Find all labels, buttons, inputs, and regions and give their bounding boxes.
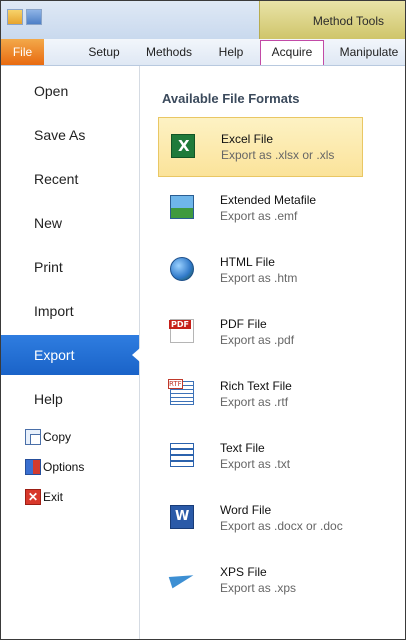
tab-methods[interactable]: Methods xyxy=(141,39,197,65)
format-word[interactable]: Word File Export as .docx or .doc xyxy=(158,489,363,549)
format-html[interactable]: HTML File Export as .htm xyxy=(158,241,363,301)
menu-import[interactable]: Import xyxy=(1,291,139,331)
format-name: Text File xyxy=(220,441,265,455)
context-group-label: Method Tools xyxy=(312,14,384,28)
menu-recent[interactable]: Recent xyxy=(1,159,139,199)
backstage-menu: Open Save As Recent New Print Import Exp… xyxy=(1,66,140,639)
tab-help[interactable]: Help xyxy=(210,39,252,65)
format-name: Excel File xyxy=(221,132,274,146)
format-text[interactable]: Text File Export as .txt xyxy=(158,427,363,487)
format-name: Rich Text File xyxy=(220,379,292,393)
format-name: HTML File xyxy=(220,255,275,269)
menu-new[interactable]: New xyxy=(1,203,139,243)
format-desc: Export as .htm xyxy=(220,271,298,285)
format-emf[interactable]: Extended Metafile Export as .emf xyxy=(158,179,363,239)
word-icon xyxy=(170,505,194,529)
context-tab-group: Method Tools xyxy=(259,1,405,39)
format-desc: Export as .rtf xyxy=(220,395,289,409)
text-icon xyxy=(170,443,194,467)
emf-icon xyxy=(170,195,194,219)
quick-access-icon[interactable] xyxy=(26,9,42,25)
format-desc: Export as .xlsx or .xls xyxy=(221,148,335,162)
tab-manipulate[interactable]: Manipulate xyxy=(333,39,405,65)
options-label: Options xyxy=(43,460,85,474)
format-excel[interactable]: Excel File Export as .xlsx or .xls xyxy=(158,117,363,177)
excel-icon xyxy=(171,134,195,158)
xps-icon xyxy=(170,567,194,591)
copy-button[interactable]: Copy xyxy=(25,427,71,447)
tab-file[interactable]: File xyxy=(1,39,44,65)
menu-label: Open xyxy=(34,83,69,99)
app-window: Method Tools File Setup Methods Help Acq… xyxy=(0,0,406,640)
format-desc: Export as .xps xyxy=(220,581,297,595)
menu-label: New xyxy=(34,215,63,231)
pdf-icon xyxy=(169,319,194,343)
format-desc: Export as .txt xyxy=(220,457,291,471)
format-name: Extended Metafile xyxy=(220,193,317,207)
export-panel: Available File Formats Excel File Export… xyxy=(140,66,405,639)
format-desc: Export as .emf xyxy=(220,209,298,223)
rtf-icon xyxy=(168,379,194,405)
app-icon[interactable] xyxy=(7,9,23,25)
menu-label: Save As xyxy=(34,127,86,143)
format-rtf[interactable]: Rich Text File Export as .rtf xyxy=(158,365,363,425)
format-name: Word File xyxy=(220,503,272,517)
copy-label: Copy xyxy=(43,430,72,444)
html-icon xyxy=(170,257,194,281)
format-pdf[interactable]: PDF File Export as .pdf xyxy=(158,303,363,363)
exit-button[interactable]: ✕ Exit xyxy=(25,487,63,507)
tab-acquire[interactable]: Acquire xyxy=(260,40,324,65)
format-xps[interactable]: XPS File Export as .xps xyxy=(158,551,363,611)
menu-label: Import xyxy=(34,303,74,319)
quick-access-toolbar xyxy=(7,9,42,25)
format-name: PDF File xyxy=(220,317,267,331)
format-desc: Export as .docx or .doc xyxy=(220,519,343,533)
menu-help[interactable]: Help xyxy=(1,379,139,419)
formats-heading: Available File Formats xyxy=(162,91,300,106)
ribbon-tabs: File Setup Methods Help Acquire Manipula… xyxy=(1,39,405,66)
menu-label: Print xyxy=(34,259,63,275)
menu-export[interactable]: Export xyxy=(1,335,140,375)
options-icon xyxy=(25,459,41,475)
options-button[interactable]: Options xyxy=(25,457,84,477)
menu-label: Recent xyxy=(34,171,79,187)
exit-label: Exit xyxy=(43,490,64,504)
menu-label: Export xyxy=(34,347,75,363)
menu-print[interactable]: Print xyxy=(1,247,139,287)
format-name: XPS File xyxy=(220,565,267,579)
menu-open[interactable]: Open xyxy=(1,71,139,111)
exit-icon: ✕ xyxy=(25,489,41,505)
format-desc: Export as .pdf xyxy=(220,333,295,347)
tab-setup[interactable]: Setup xyxy=(79,39,129,65)
copy-icon xyxy=(25,429,41,445)
menu-save-as[interactable]: Save As xyxy=(1,115,139,155)
title-bar: Method Tools xyxy=(1,1,405,39)
menu-label: Help xyxy=(34,391,63,407)
